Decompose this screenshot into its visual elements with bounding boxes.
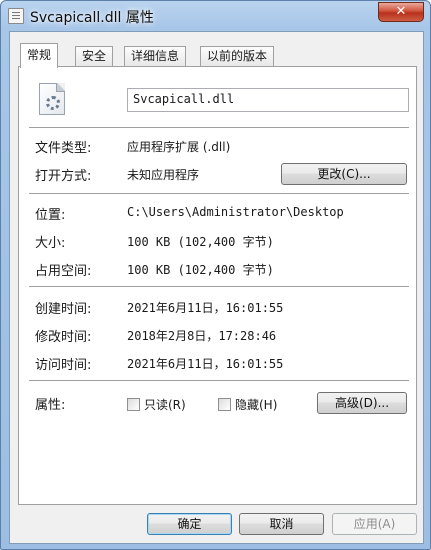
separator	[29, 193, 409, 195]
file-type-value: 应用程序扩展 (.dll)	[127, 140, 231, 154]
separator	[29, 380, 409, 382]
cancel-button[interactable]: 取消	[239, 513, 324, 535]
title-bar[interactable]: Svcapicall.dll 属性 ✕	[1, 1, 430, 31]
properties-window: Svcapicall.dll 属性 ✕ 常规 安全 详细信息 以前的版本 Svc…	[0, 0, 431, 550]
file-icon	[8, 8, 24, 24]
hidden-checkbox[interactable]: 隐藏(H)	[218, 396, 277, 413]
size-value: 100 KB (102,400 字节)	[127, 235, 274, 249]
dll-gear-file-icon	[39, 83, 65, 115]
modified-value: 2018年2月8日，17:28:46	[127, 329, 277, 343]
location-value: C:\Users\Administrator\Desktop	[127, 205, 344, 219]
checkbox-box[interactable]	[127, 398, 140, 411]
window-title: Svcapicall.dll 属性	[30, 10, 154, 26]
file-type-label: 文件类型:	[35, 141, 92, 156]
close-button[interactable]: ✕	[378, 2, 424, 22]
hidden-label: 隐藏(H)	[235, 398, 278, 412]
tab-security[interactable]: 安全	[75, 46, 114, 67]
checkbox-box[interactable]	[218, 398, 231, 411]
accessed-value: 2021年6月11日，16:01:55	[127, 357, 284, 371]
size-on-disk-value: 100 KB (102,400 字节)	[127, 263, 274, 277]
separator	[29, 286, 409, 288]
separator	[29, 127, 409, 129]
file-name-input[interactable]: Svcapicall.dll	[127, 88, 409, 112]
attributes-label: 属性:	[35, 398, 66, 413]
accessed-label: 访问时间:	[35, 358, 92, 373]
tab-details[interactable]: 详细信息	[124, 46, 187, 67]
readonly-checkbox[interactable]: 只读(R)	[127, 396, 186, 413]
tab-general[interactable]: 常规	[20, 43, 59, 68]
created-label: 创建时间:	[35, 302, 92, 317]
dialog-client: 常规 安全 详细信息 以前的版本 Svcapicall.dll 文件类型: 应用…	[9, 31, 424, 544]
apply-button[interactable]: 应用(A)	[332, 513, 417, 535]
location-label: 位置:	[35, 208, 66, 223]
open-with-label: 打开方式:	[35, 169, 92, 184]
change-button[interactable]: 更改(C)...	[281, 163, 407, 185]
size-label: 大小:	[35, 236, 66, 251]
tab-previous-versions[interactable]: 以前的版本	[200, 46, 275, 67]
size-on-disk-label: 占用空间:	[35, 264, 92, 279]
open-with-value: 未知应用程序	[127, 168, 200, 182]
advanced-button[interactable]: 高级(D)...	[317, 392, 407, 414]
readonly-label: 只读(R)	[144, 398, 186, 412]
modified-label: 修改时间:	[35, 330, 92, 345]
gear-icon	[46, 96, 60, 110]
created-value: 2021年6月11日，16:01:55	[127, 301, 284, 315]
general-panel: Svcapicall.dll 文件类型: 应用程序扩展 (.dll) 打开方式:…	[18, 66, 417, 505]
ok-button[interactable]: 确定	[147, 513, 232, 535]
